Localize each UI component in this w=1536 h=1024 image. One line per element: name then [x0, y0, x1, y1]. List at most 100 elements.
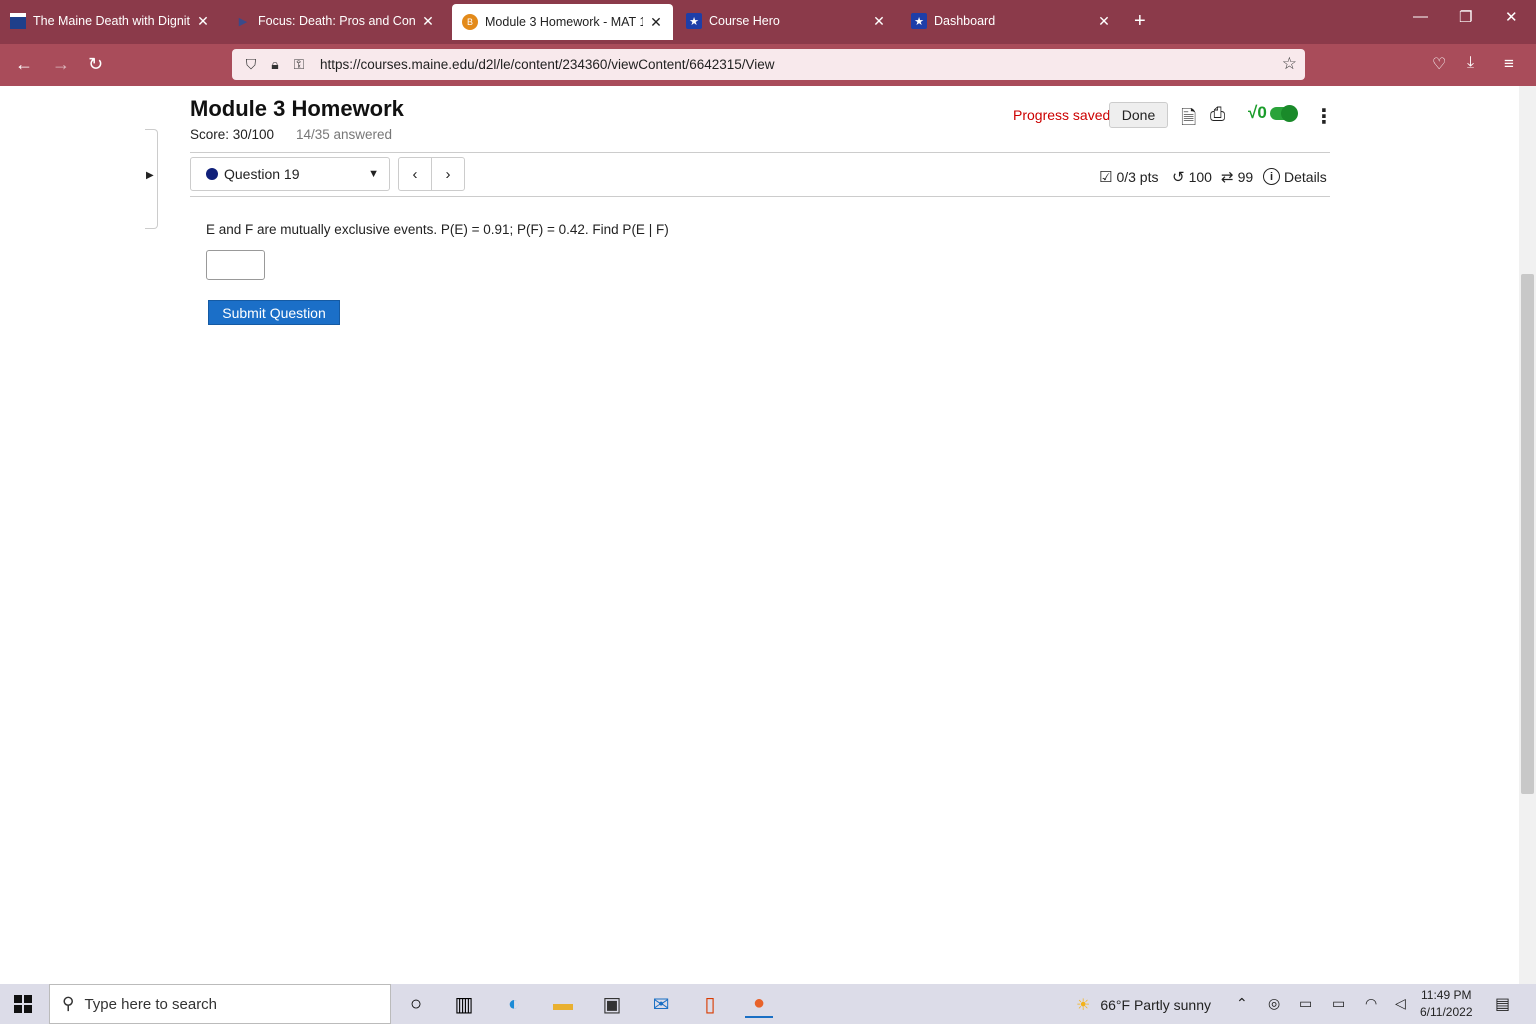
- close-window-button[interactable]: ✕: [1505, 8, 1518, 26]
- attempts-info: ↺ 100: [1172, 168, 1212, 186]
- minimize-button[interactable]: —: [1413, 8, 1428, 25]
- tab-module-3-homework[interactable]: B Module 3 Homework - MAT 115 ✕: [452, 4, 673, 40]
- tab-course-hero[interactable]: ★ Course Hero ✕: [676, 2, 896, 40]
- sidebar-toggle[interactable]: ▶: [145, 129, 158, 229]
- cortana-icon[interactable]: ○: [402, 990, 430, 1018]
- star-favicon-icon: ★: [686, 13, 702, 29]
- scroll-thumb[interactable]: [1521, 274, 1534, 794]
- sqrt-icon: √0: [1248, 103, 1267, 122]
- print-icon[interactable]: ⎙: [1210, 104, 1225, 126]
- partly-sunny-icon: ☀: [1076, 997, 1091, 1014]
- display-icon[interactable]: ▭: [1299, 995, 1312, 1012]
- firefox-icon[interactable]: ●: [745, 990, 773, 1018]
- previous-question-button[interactable]: ‹: [398, 157, 432, 191]
- url-text[interactable]: https://courses.maine.edu/d2l/le/content…: [320, 57, 775, 72]
- volume-muted-icon[interactable]: ◁: [1395, 995, 1406, 1012]
- star-favicon-icon: ★: [911, 13, 927, 29]
- tab-title: Focus: Death: Pros and Cons of: [258, 14, 415, 28]
- menu-icon[interactable]: ≡: [1504, 54, 1514, 74]
- back-icon[interactable]: ←: [15, 54, 33, 75]
- file-explorer-icon[interactable]: ▬: [549, 990, 577, 1018]
- next-question-button[interactable]: ›: [431, 157, 465, 191]
- flag-favicon-icon: [10, 13, 26, 29]
- divider: [190, 196, 1330, 197]
- meet-icon[interactable]: ◎: [1268, 995, 1280, 1012]
- bookmark-star-icon[interactable]: ☆: [1282, 54, 1297, 74]
- weather-widget[interactable]: ☀ 66°F Partly sunny: [1076, 995, 1211, 1015]
- weather-text: 66°F Partly sunny: [1100, 997, 1211, 1013]
- address-bar[interactable]: ⛉ 🔒︎ ⚿ https://courses.maine.edu/d2l/le/…: [232, 49, 1305, 80]
- points-info: ☑ 0/3 pts: [1099, 168, 1158, 186]
- tab-focus-death[interactable]: ▶ Focus: Death: Pros and Cons of ✕: [225, 2, 445, 40]
- search-placeholder: Type here to search: [84, 995, 218, 1013]
- office-icon[interactable]: ▯: [696, 990, 724, 1018]
- shield-icon[interactable]: ⛉: [242, 56, 260, 73]
- tab-close-icon[interactable]: ✕: [649, 14, 663, 31]
- tab-close-icon[interactable]: ✕: [1097, 13, 1111, 30]
- page-scrollbar[interactable]: [1519, 86, 1536, 984]
- browser-toolbar: ← → ↻ ⛉ 🔒︎ ⚿ https://courses.maine.edu/d…: [0, 44, 1536, 86]
- system-clock[interactable]: 11:49 PM 6/11/2022: [1420, 987, 1473, 1021]
- answer-input[interactable]: [206, 250, 265, 280]
- page-content: ▶ Module 3 Homework Score: 30/100 14/35 …: [0, 86, 1519, 984]
- downloads-icon[interactable]: ⤓: [1467, 54, 1474, 72]
- clock-date: 6/11/2022: [1420, 1005, 1473, 1019]
- more-options-icon[interactable]: ⋮: [1314, 104, 1334, 129]
- tab-close-icon[interactable]: ✕: [421, 13, 435, 30]
- details-text: Details: [1284, 168, 1327, 185]
- checkbox-icon: ☑: [1099, 169, 1113, 186]
- undo-icon: ↺: [1172, 169, 1185, 186]
- store-icon[interactable]: ▣: [598, 990, 626, 1018]
- question-select-label: Question 19: [224, 166, 300, 182]
- question-select[interactable]: Question 19 ▼: [190, 157, 390, 191]
- windows-taskbar: ⚲ Type here to search ○ ▥ ◐ ▬ ▣ ✉ ▯ ● ☀ …: [0, 984, 1536, 1024]
- tab-title: Course Hero: [709, 14, 780, 28]
- attempts-text: 100: [1188, 169, 1212, 185]
- pocket-icon[interactable]: ♡: [1432, 54, 1446, 74]
- brightspace-favicon-icon: B: [462, 14, 478, 30]
- info-icon: i: [1263, 168, 1280, 185]
- tab-maine-death-with-dignity[interactable]: The Maine Death with Dignity A ✕: [0, 2, 220, 40]
- browser-tab-strip: The Maine Death with Dignity A ✕ ▶ Focus…: [0, 0, 1536, 44]
- taskbar-search[interactable]: ⚲ Type here to search: [49, 984, 391, 1024]
- search-icon: ⚲: [62, 994, 75, 1013]
- reload-icon[interactable]: ↻: [88, 54, 103, 75]
- submit-question-button[interactable]: Submit Question: [208, 300, 340, 325]
- repeat-icon: ⇄: [1221, 169, 1234, 186]
- clock-time: 11:49 PM: [1421, 988, 1472, 1002]
- wifi-icon[interactable]: ◠: [1365, 995, 1377, 1012]
- tab-close-icon[interactable]: ✕: [872, 13, 886, 30]
- tab-close-icon[interactable]: ✕: [196, 13, 210, 30]
- details-link[interactable]: i Details: [1263, 168, 1327, 185]
- progress-status: Progress saved: [1013, 107, 1111, 123]
- question-status-dot: [206, 168, 218, 180]
- permissions-icon[interactable]: ⚿: [290, 56, 308, 73]
- arrow-favicon-icon: ▶: [238, 15, 248, 28]
- math-entry-toggle[interactable]: √0: [1248, 103, 1298, 123]
- lock-icon[interactable]: 🔒︎: [266, 56, 284, 73]
- mail-icon[interactable]: ✉: [647, 990, 675, 1018]
- new-tab-button[interactable]: +: [1134, 10, 1146, 33]
- done-button[interactable]: Done: [1109, 102, 1168, 128]
- document-icon[interactable]: 🗎: [1181, 104, 1196, 136]
- windows-start-icon[interactable]: [14, 995, 32, 1013]
- tab-title: The Maine Death with Dignity A: [33, 14, 190, 28]
- page-title: Module 3 Homework: [190, 96, 404, 121]
- edge-icon[interactable]: ◐: [500, 990, 528, 1018]
- divider: [190, 152, 1330, 153]
- chevron-up-icon[interactable]: ⌃: [1236, 995, 1248, 1012]
- caret-right-icon: ▶: [146, 170, 154, 181]
- toggle-switch[interactable]: [1269, 104, 1298, 122]
- tab-dashboard[interactable]: ★ Dashboard ✕: [901, 2, 1121, 40]
- score-text: Score: 30/100: [190, 127, 275, 142]
- question-text: E and F are mutually exclusive events. P…: [206, 222, 669, 237]
- retries-text: 99: [1237, 169, 1254, 185]
- task-view-icon[interactable]: ▥: [450, 990, 478, 1018]
- tab-title: Module 3 Homework - MAT 115: [485, 15, 643, 29]
- forward-icon[interactable]: →: [52, 54, 70, 75]
- restore-button[interactable]: ❐: [1459, 8, 1472, 26]
- caret-down-icon: ▼: [368, 168, 379, 180]
- notification-icon[interactable]: ▤: [1495, 994, 1510, 1014]
- tab-title: Dashboard: [934, 14, 996, 28]
- battery-icon[interactable]: ▭: [1332, 995, 1345, 1012]
